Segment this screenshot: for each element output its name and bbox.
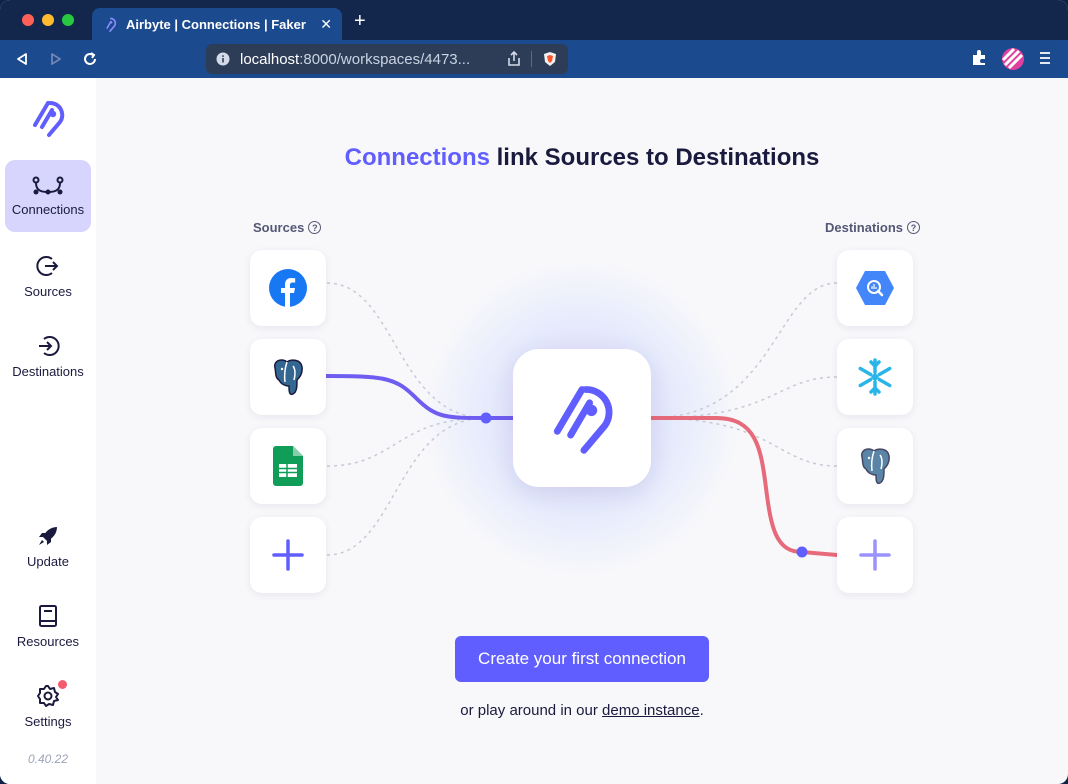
add-icon [859,539,891,571]
extensions-icon[interactable] [970,49,988,72]
sidebar-item-update[interactable]: Update [5,510,91,582]
sidebar-item-destinations[interactable]: Destinations [5,320,91,392]
browser-window: Airbyte | Connections | Faker → ✕ + loca… [0,0,1068,784]
facebook-icon [269,269,307,307]
menu-icon[interactable] [1038,49,1052,72]
address-bar-row: localhost:8000/workspaces/4473... [0,40,1068,78]
connections-icon [32,176,64,194]
minimize-window-button[interactable] [42,14,54,26]
book-icon [39,604,57,627]
snowflake-icon [858,358,892,396]
demo-hint-suffix: . [699,702,704,719]
tab-bar: Airbyte | Connections | Faker → ✕ + [0,0,1068,40]
sidebar-item-connections[interactable]: Connections [5,160,91,232]
source-tile-postgres[interactable] [250,339,326,415]
demo-instance-link[interactable]: demo instance [602,702,700,719]
main-content: Connections link Sources to Destinations… [96,78,1068,784]
gear-icon [37,684,59,707]
google-sheets-icon [273,446,303,486]
sidebar-item-label: Destinations [12,363,84,379]
add-destination-button[interactable] [837,517,913,593]
version-label: 0.40.22 [27,752,69,766]
reload-icon[interactable] [80,49,100,69]
sidebar-item-sources[interactable]: Sources [5,240,91,312]
create-connection-button[interactable]: Create your first connection [455,636,709,682]
sidebar-item-label: Sources [24,283,72,299]
sidebar-item-settings[interactable]: Settings [5,670,91,742]
sidebar-item-label: Connections [11,201,85,217]
notification-badge [58,680,67,689]
airbyte-hub-tile [513,349,651,487]
new-tab-button[interactable]: + [354,11,366,31]
add-icon [272,539,304,571]
share-icon[interactable] [507,51,521,67]
url-bar[interactable]: localhost:8000/workspaces/4473... [206,44,568,74]
source-tile-facebook[interactable] [250,250,326,326]
source-tile-google-sheets[interactable] [250,428,326,504]
postgres-icon [861,448,890,485]
maximize-window-button[interactable] [62,14,74,26]
add-source-button[interactable] [250,517,326,593]
demo-hint: or play around in our demo instance. [96,702,1068,719]
sidebar-item-label: Settings [24,713,72,729]
rocket-icon [39,526,57,545]
sidebar-item-resources[interactable]: Resources [5,590,91,662]
airbyte-logo-icon[interactable] [28,98,68,143]
destinations-icon [39,335,60,356]
tab-close-icon[interactable]: ✕ [320,16,332,33]
back-icon[interactable] [12,49,32,69]
profile-avatar[interactable] [1001,47,1025,76]
airbyte-favicon-icon [106,17,117,32]
sources-icon [36,255,59,276]
destination-tile-bigquery[interactable] [837,250,913,326]
url-host: localhost [240,50,300,68]
url-path: :8000/workspaces/4473... [299,50,471,68]
tab-title: Airbyte | Connections | Faker → [126,16,313,32]
sidebar-item-label: Update [27,553,69,569]
app-sidebar: Connections Sources Destinations Update [0,78,96,784]
close-window-button[interactable] [22,14,34,26]
url-divider [531,51,532,67]
demo-hint-prefix: or play around in our [460,702,603,719]
forward-icon[interactable] [46,49,66,69]
bigquery-icon [856,271,894,305]
site-info-icon[interactable] [216,52,230,66]
sidebar-item-label: Resources [16,633,80,649]
postgres-icon [274,359,303,396]
brave-shield-icon[interactable] [542,51,558,67]
airbyte-logo-icon [553,386,613,454]
destination-tile-postgres[interactable] [837,428,913,504]
destination-tile-snowflake[interactable] [837,339,913,415]
browser-tab[interactable]: Airbyte | Connections | Faker → ✕ [92,8,342,40]
